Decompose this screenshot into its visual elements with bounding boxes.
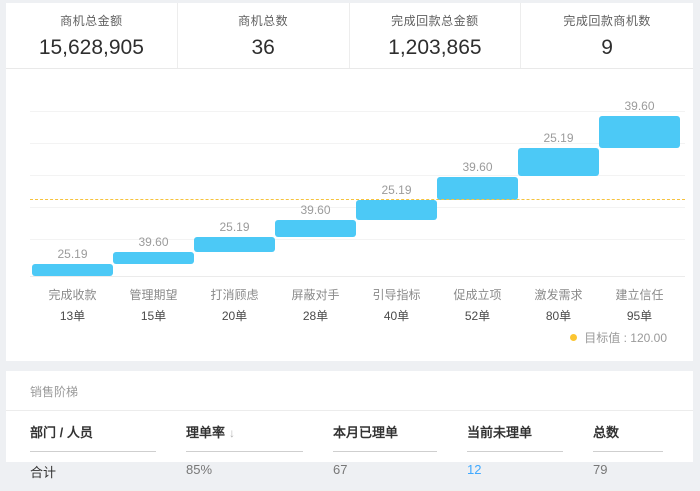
chart-gridline [30, 111, 685, 112]
stat-label: 商机总数 [238, 12, 288, 29]
sort-desc-icon[interactable]: ↓ [229, 426, 235, 440]
category-label: 打消顾虑 [194, 286, 275, 303]
category-count-label: 52单 [437, 307, 518, 324]
category-count-label: 80单 [518, 307, 599, 324]
bar-value-label: 39.60 [113, 235, 194, 249]
bar-value-label: 39.60 [599, 99, 680, 113]
category-count-label: 20单 [194, 307, 275, 324]
stat-value: 36 [251, 36, 274, 60]
category-count-label: 15单 [113, 307, 194, 324]
stat-label: 完成回款商机数 [563, 12, 651, 29]
chart-bar-屏蔽对手[interactable] [275, 220, 356, 237]
chart-bar-引导指标[interactable] [356, 200, 437, 221]
overview-panel: 商机总金额15,628,905商机总数36完成回款总金额1,203,865完成回… [6, 3, 693, 361]
table-header-2: 本月已理单 [333, 411, 467, 452]
bar-value-label: 25.19 [356, 183, 437, 197]
bar-value-label: 39.60 [275, 203, 356, 217]
table-header-cell: 理单率↓ [186, 422, 303, 452]
sales-ladder-panel: 销售阶梯 部门 / 人员理单率↓本月已理单当前未理单总数合计85%671279 [6, 371, 693, 462]
category-label: 建立信任 [599, 286, 680, 303]
stat-value: 1,203,865 [388, 36, 481, 60]
table-header-1[interactable]: 理单率↓ [186, 411, 333, 452]
stat-label: 完成回款总金额 [391, 12, 479, 29]
stat-card-2: 完成回款总金额 1,203,865 [350, 3, 522, 68]
table-cell: 合计 [30, 452, 186, 490]
stat-card-3: 完成回款商机数 9 [521, 3, 693, 68]
category-label: 促成立项 [437, 286, 518, 303]
category-count-label: 95单 [599, 307, 680, 324]
category-label: 完成收款 [32, 286, 113, 303]
stat-value: 15,628,905 [39, 36, 144, 60]
dashboard-page: 商机总金额15,628,905商机总数36完成回款总金额1,203,865完成回… [6, 3, 693, 470]
table-cell: 67 [333, 452, 467, 490]
table-header-cell: 部门 / 人员 [30, 422, 156, 452]
stats-row: 商机总金额15,628,905商机总数36完成回款总金额1,203,865完成回… [6, 3, 693, 69]
table-header-4: 总数 [593, 411, 693, 452]
target-dashed-line [30, 199, 685, 200]
stat-card-1: 商机总数 36 [178, 3, 350, 68]
category-label: 管理期望 [113, 286, 194, 303]
chart-axis-line [30, 276, 685, 277]
category-count-label: 13单 [32, 307, 113, 324]
stat-label: 商机总金额 [60, 12, 123, 29]
chart-bar-打消顾虑[interactable] [194, 237, 275, 252]
bar-value-label: 39.60 [437, 160, 518, 174]
table-header-0: 部门 / 人员 [30, 411, 186, 452]
category-count-label: 28单 [275, 307, 356, 324]
target-legend-label: 目标值 : 120.00 [584, 329, 667, 346]
chart-bar-管理期望[interactable] [113, 252, 194, 265]
sales-ladder-table: 部门 / 人员理单率↓ 本月已理单当前未理单总数合计85%671279 [6, 411, 693, 491]
target-legend-dot-icon [570, 334, 577, 341]
table-cell: 79 [593, 452, 693, 490]
chart-bar-完成收款[interactable] [32, 264, 113, 276]
category-label: 引导指标 [356, 286, 437, 303]
category-label: 激发需求 [518, 286, 599, 303]
bar-value-label: 25.19 [518, 131, 599, 145]
bar-value-label: 25.19 [32, 247, 113, 261]
section-title: 销售阶梯 [6, 383, 693, 410]
table-header-cell: 当前未理单 [467, 422, 563, 452]
table-cell: 85% [186, 452, 333, 490]
bar-value-label: 25.19 [194, 220, 275, 234]
chart-bar-促成立项[interactable] [437, 177, 518, 200]
category-count-label: 40单 [356, 307, 437, 324]
pending-count-link[interactable]: 12 [467, 452, 593, 490]
panel-gap [6, 361, 693, 371]
table-header-cell: 本月已理单 [333, 422, 437, 452]
chart-bar-建立信任[interactable] [599, 116, 680, 148]
stat-card-0: 商机总金额 15,628,905 [6, 3, 178, 68]
table-header-3: 当前未理单 [467, 411, 593, 452]
target-legend[interactable]: 目标值 : 120.00 [570, 329, 667, 346]
sales-ladder-chart: 目标值 : 120.00 25.19 完成收款 13单 39.60 管理期望 15单 25.… [6, 69, 693, 361]
stat-value: 9 [601, 36, 613, 60]
chart-bar-激发需求[interactable] [518, 148, 599, 177]
table-header-cell: 总数 [593, 422, 663, 452]
category-label: 屏蔽对手 [275, 286, 356, 303]
